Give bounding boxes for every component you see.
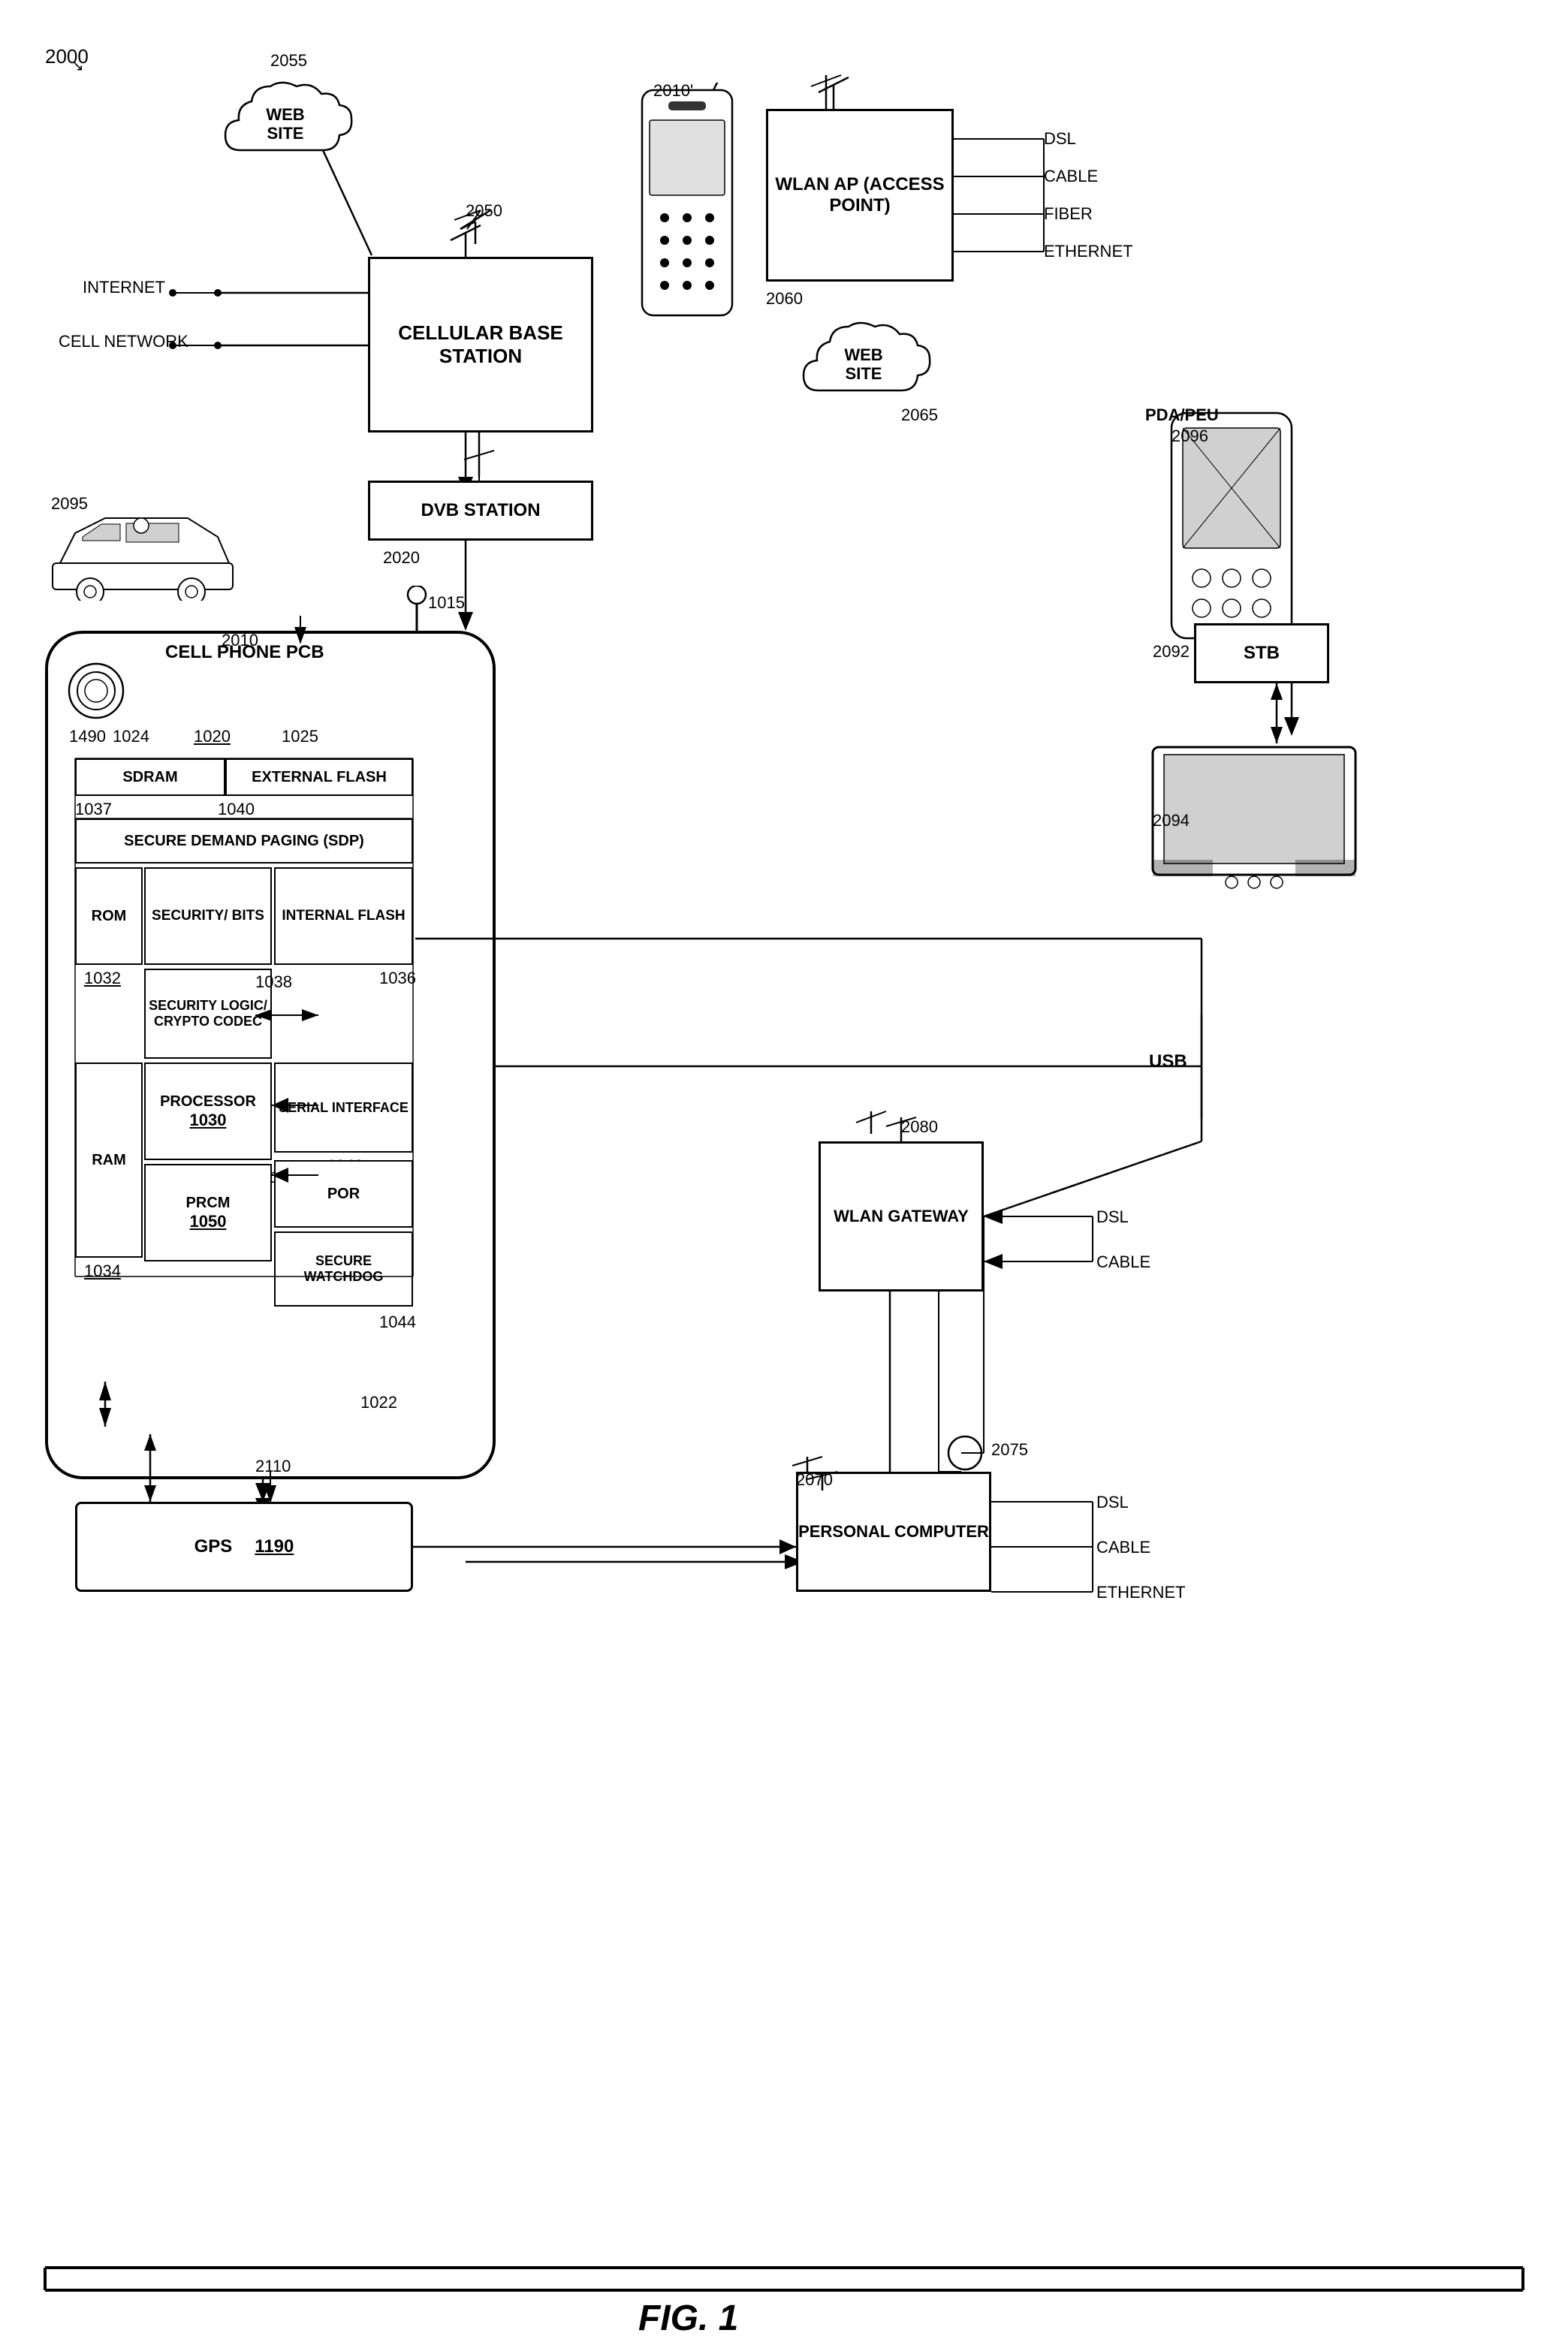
ref-2010: 2010 — [222, 631, 258, 650]
ref-1015: 1015 — [428, 593, 465, 613]
ref-1190: 1190 — [255, 1536, 294, 1557]
sdram-box: SDRAM — [75, 758, 225, 796]
dvb-station-box: DVB STATION — [368, 481, 593, 541]
personal-computer-box: PERSONAL COMPUTER — [796, 1472, 991, 1592]
ref-1020: 1020 — [194, 727, 231, 746]
website-cloud-topleft: WEB SITE — [210, 60, 360, 180]
sdp-box: SECURE DEMAND PAGING (SDP) — [75, 818, 413, 864]
ref-2094: 2094 — [1153, 811, 1190, 830]
secure-watchdog-box: SECURE WATCHDOG — [274, 1231, 413, 1307]
ref-1044: 1044 — [379, 1313, 416, 1332]
ethernet-1-label: ETHERNET — [1044, 242, 1133, 261]
pda-peu-label: PDA/PEU — [1145, 405, 1219, 425]
prcm-box: PRCM 1050 — [144, 1164, 272, 1261]
gps-box: GPS 1190 — [75, 1502, 413, 1592]
wlan-ap-box: WLAN AP (ACCESS POINT) — [766, 109, 954, 282]
ref-1037: 1037 — [75, 800, 112, 819]
usb-label: USB — [1149, 1051, 1187, 1072]
ref-1022: 1022 — [360, 1393, 397, 1412]
security-logic-box: SECURITY LOGIC/ CRYPTO CODEC — [144, 969, 272, 1059]
ref-2020: 2020 — [383, 548, 420, 568]
rom-box: ROM — [75, 867, 143, 965]
ref-2070: 2070 — [796, 1470, 833, 1490]
ref-1050-inner: 1050 — [186, 1212, 231, 1231]
wlan-gateway-box: WLAN GATEWAY — [819, 1141, 984, 1292]
cell-network-label: CELL NETWORK — [59, 332, 188, 351]
ref-2050: 2050 — [466, 201, 502, 221]
website-cloud-right: WEB SITE — [789, 300, 939, 420]
dsl-2-label: DSL — [1096, 1207, 1129, 1227]
por-box: POR — [274, 1160, 413, 1228]
fig-caption: FIG. 1 — [638, 2298, 738, 2339]
fiber-1-label: FIBER — [1044, 204, 1093, 224]
ref-1040: 1040 — [218, 800, 255, 819]
ram-box: RAM — [75, 1062, 143, 1258]
ref-2092: 2092 — [1153, 642, 1190, 662]
svg-text:WEB: WEB — [844, 345, 882, 364]
ref-1024: 1024 — [113, 727, 149, 746]
stb-box: STB — [1194, 623, 1329, 683]
ref-1036: 1036 — [379, 969, 416, 988]
ref-1038: 1038 — [255, 972, 292, 992]
ref-2110: 2110 — [255, 1457, 291, 1476]
svg-text:SITE: SITE — [267, 124, 304, 143]
ref-1032: 1032 — [84, 969, 121, 988]
ref-1025: 1025 — [282, 727, 318, 746]
ethernet-3-label: ETHERNET — [1096, 1583, 1186, 1602]
ref-1490: 1490 — [69, 727, 106, 746]
dsl-1-label: DSL — [1044, 129, 1076, 149]
ref-2075: 2075 — [991, 1440, 1028, 1460]
external-flash-box: EXTERNAL FLASH — [225, 758, 413, 796]
serial-interface-box: SERIAL INTERFACE — [274, 1062, 413, 1153]
internal-flash-box: INTERNAL FLASH — [274, 867, 413, 965]
svg-text:SITE: SITE — [846, 364, 882, 383]
processor-box: PROCESSOR 1030 — [144, 1062, 272, 1160]
ref-2010-prime: 2010' — [653, 81, 693, 101]
ref-2095: 2095 — [51, 494, 88, 514]
internet-label: INTERNET — [83, 278, 165, 297]
cable-1-label: CABLE — [1044, 167, 1098, 186]
security-bits-box: SECURITY/ BITS — [144, 867, 272, 965]
ref-2055: 2055 — [270, 51, 307, 71]
ref-2096: 2096 — [1171, 427, 1208, 446]
cellular-base-station-box: CELLULAR BASE STATION — [368, 257, 593, 433]
dsl-3-label: DSL — [1096, 1493, 1129, 1512]
cable-2-label: CABLE — [1096, 1252, 1150, 1272]
cable-3-label: CABLE — [1096, 1538, 1150, 1557]
ref-2065: 2065 — [901, 405, 938, 425]
ref-1030-inner: 1030 — [160, 1111, 256, 1130]
ref-2080: 2080 — [901, 1117, 938, 1137]
svg-text:WEB: WEB — [266, 105, 304, 124]
ref-1034: 1034 — [84, 1261, 121, 1281]
